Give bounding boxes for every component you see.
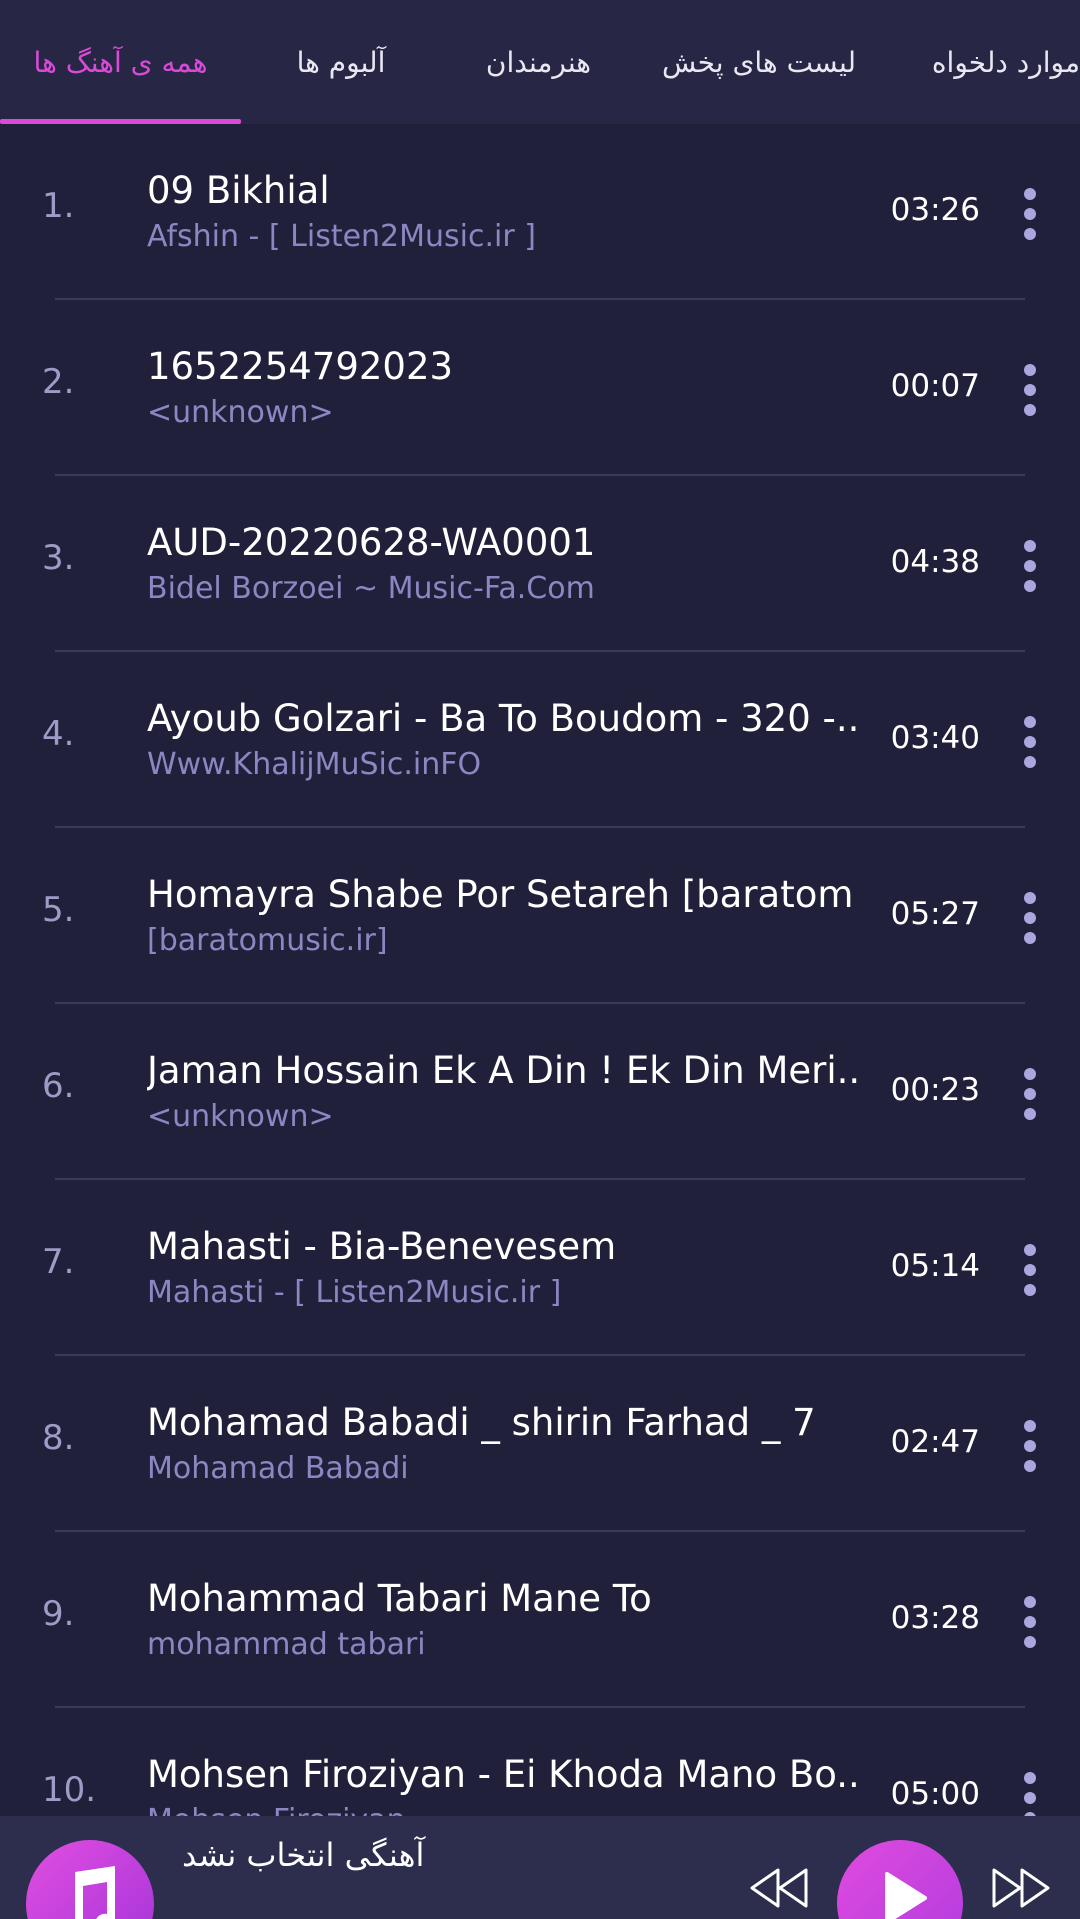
track-title: Homayra Shabe Por Setareh [baratom...	[147, 873, 857, 916]
track-row[interactable]: 8. Mohamad Babadi _ shirin Farhad _ 7 Moha…	[0, 1356, 1080, 1532]
more-options-icon[interactable]	[1018, 1596, 1042, 1648]
track-duration: 00:23	[890, 1072, 980, 1108]
more-options-icon[interactable]	[1018, 892, 1042, 944]
music-note-icon	[75, 1866, 115, 1919]
track-row[interactable]: 7. Mahasti - Bia-Benevesem Mahasti - [ Lis…	[0, 1180, 1080, 1356]
fast-forward-icon	[992, 1868, 1050, 1908]
next-button[interactable]	[990, 1866, 1052, 1910]
track-duration: 02:47	[890, 1424, 980, 1460]
tab-playlists[interactable]: لیست های پخش	[636, 0, 882, 124]
track-artist: <unknown>	[147, 1099, 334, 1134]
previous-button[interactable]	[748, 1866, 810, 1910]
tab-bar: همه ی آهنگ ها آلبوم ها هنرمندان لیست های…	[0, 0, 1080, 124]
track-title: Mahasti - Bia-Benevesem	[147, 1225, 617, 1268]
track-title: AUD-20220628-WA0001	[147, 521, 596, 564]
track-artist: Www.KhalijMuSic.inFO	[147, 747, 482, 782]
track-artist: Mahasti - [ Listen2Music.ir ]	[147, 1275, 562, 1310]
tab-favorites[interactable]: موارد دلخواه	[882, 0, 1080, 124]
track-number: 4.	[42, 714, 75, 754]
album-cover[interactable]	[26, 1840, 154, 1919]
track-artist: Afshin - [ Listen2Music.ir ]	[147, 219, 536, 254]
track-number: 6.	[42, 1066, 75, 1106]
more-options-icon[interactable]	[1018, 364, 1042, 416]
track-list[interactable]: 1. 09 Bikhial Afshin - [ Listen2Music.ir ]…	[0, 124, 1080, 1816]
track-number: 8.	[42, 1418, 75, 1458]
rewind-icon	[750, 1868, 808, 1908]
track-artist: mohammad tabari	[147, 1627, 426, 1662]
tab-albums[interactable]: آلبوم ها	[241, 0, 441, 124]
track-title: Jaman Hossain Ek A Din ! Ek Din Meri...	[147, 1049, 857, 1092]
more-options-icon[interactable]	[1018, 1068, 1042, 1120]
track-duration: 05:00	[890, 1776, 980, 1812]
track-number: 9.	[42, 1594, 75, 1634]
mini-player[interactable]: آهنگی انتخاب نشد	[0, 1816, 1080, 1919]
track-title: 09 Bikhial	[147, 169, 330, 212]
more-options-icon[interactable]	[1018, 1244, 1042, 1296]
track-number: 1.	[42, 186, 75, 226]
track-duration: 03:28	[890, 1600, 980, 1636]
more-options-icon[interactable]	[1018, 188, 1042, 240]
track-number: 3.	[42, 538, 75, 578]
track-artist: Mohamad Babadi	[147, 1451, 409, 1486]
track-duration: 05:27	[890, 896, 980, 932]
track-row[interactable]: 6. Jaman Hossain Ek A Din ! Ek Din Meri..…	[0, 1004, 1080, 1180]
track-title: Mohsen Firoziyan - Ei Khoda Mano Bo...	[147, 1753, 857, 1796]
track-artist: Mohsen Firoziyan	[147, 1803, 857, 1816]
track-duration: 03:40	[890, 720, 980, 756]
play-button[interactable]	[837, 1840, 963, 1919]
tab-artists[interactable]: هنرمندان	[441, 0, 636, 124]
more-options-icon[interactable]	[1018, 1420, 1042, 1472]
track-artist: <unknown>	[147, 395, 334, 430]
track-row[interactable]: 1. 09 Bikhial Afshin - [ Listen2Music.ir ]…	[0, 124, 1080, 300]
track-row[interactable]: 5. Homayra Shabe Por Setareh [baratom... […	[0, 828, 1080, 1004]
track-number: 2.	[42, 362, 75, 402]
track-artist: Bidel Borzoei ~ Music-Fa.Com	[147, 571, 595, 606]
track-number: 5.	[42, 890, 75, 930]
more-options-icon[interactable]	[1018, 1772, 1042, 1816]
track-title: Mohamad Babadi _ shirin Farhad _ 7	[147, 1401, 816, 1444]
track-number: 10.	[42, 1770, 97, 1810]
track-row[interactable]: 4. Ayoub Golzari - Ba To Boudom - 320 -..…	[0, 652, 1080, 828]
track-duration: 03:26	[890, 192, 980, 228]
track-row[interactable]: 2. 1652254792023 <unknown> 00:07	[0, 300, 1080, 476]
tab-all-songs[interactable]: همه ی آهنگ ها	[0, 0, 241, 124]
track-duration: 00:07	[890, 368, 980, 404]
track-row[interactable]: 9. Mohammad Tabari Mane To mohammad tabari…	[0, 1532, 1080, 1708]
now-playing-title: آهنگی انتخاب نشد	[182, 1836, 425, 1874]
track-duration: 05:14	[890, 1248, 980, 1284]
track-artist: [baratomusic.ir]	[147, 923, 388, 958]
track-title: Ayoub Golzari - Ba To Boudom - 320 -...	[147, 697, 857, 740]
track-row[interactable]: 3. AUD-20220628-WA0001 Bidel Borzoei ~ Mus…	[0, 476, 1080, 652]
play-icon	[885, 1872, 927, 1919]
more-options-icon[interactable]	[1018, 716, 1042, 768]
track-title: Mohammad Tabari Mane To	[147, 1577, 652, 1620]
track-title: 1652254792023	[147, 345, 454, 388]
track-number: 7.	[42, 1242, 75, 1282]
track-row[interactable]: 10. Mohsen Firoziyan - Ei Khoda Mano Bo..…	[0, 1708, 1080, 1816]
track-duration: 04:38	[890, 544, 980, 580]
more-options-icon[interactable]	[1018, 540, 1042, 592]
music-player-app: همه ی آهنگ ها آلبوم ها هنرمندان لیست های…	[0, 0, 1080, 1919]
